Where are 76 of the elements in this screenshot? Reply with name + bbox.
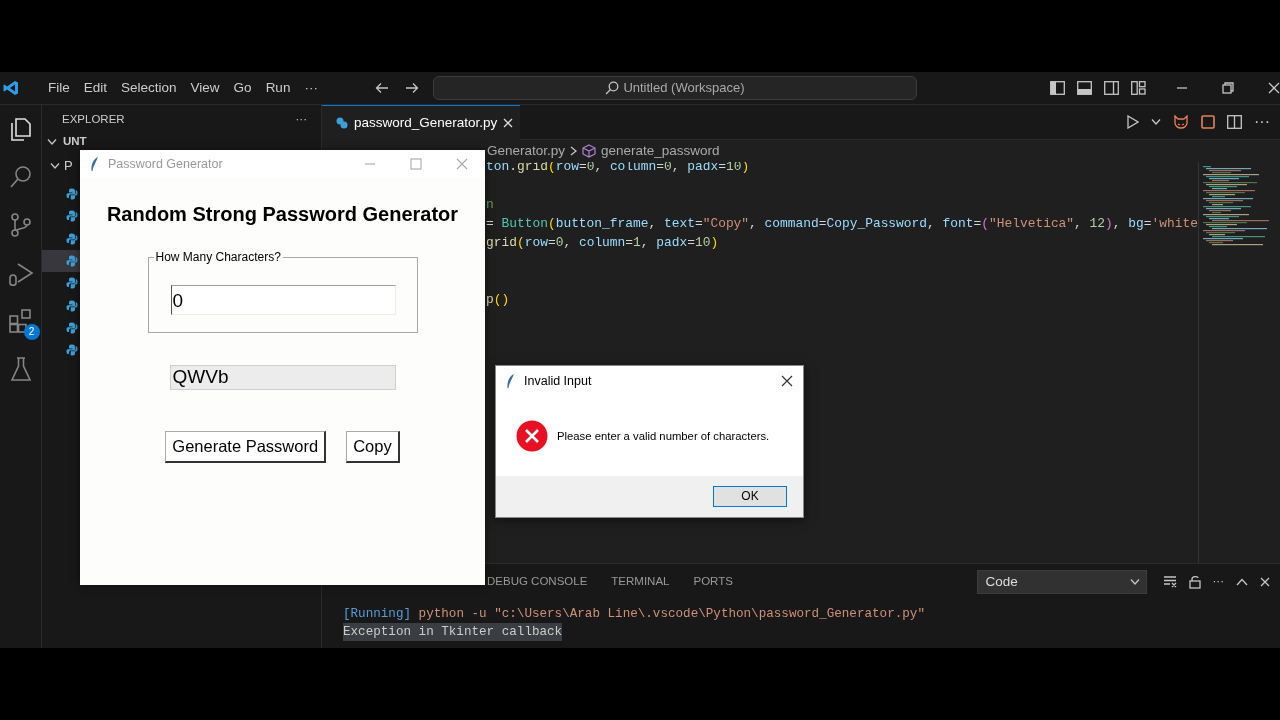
- password-field[interactable]: QWVb: [169, 365, 396, 390]
- breadcrumb-item[interactable]: Generator.py: [487, 140, 566, 162]
- sidebar-title: EXPLORER: [62, 111, 125, 127]
- panel-tab[interactable]: TERMINAL: [611, 568, 670, 596]
- chevron-down-icon[interactable]: [47, 137, 57, 146]
- extensions-icon[interactable]: [7, 308, 34, 334]
- layout-grid-icon[interactable]: [1131, 81, 1146, 95]
- output-line: [Running] python -u "c:\Users\Arab Line\.vscode\Python\password_Generator.py": [343, 606, 925, 623]
- error-message: Please enter a valid number of characters.: [557, 428, 770, 444]
- secondary-sidebar-icon[interactable]: [1104, 81, 1119, 95]
- python-file-icon: [66, 277, 78, 290]
- sidebar-layout-icon[interactable]: [1050, 81, 1065, 95]
- python-file-icon: [66, 210, 78, 223]
- python-file-icon: [66, 188, 78, 201]
- code-line: n: [486, 197, 494, 212]
- search-field[interactable]: Untitled (Workspace): [432, 76, 917, 100]
- panel-layout-icon[interactable]: [1077, 81, 1092, 95]
- chevron-up-icon[interactable]: [1236, 578, 1248, 586]
- breadcrumb-item[interactable]: generate_password: [601, 140, 720, 162]
- code-line: p(): [486, 292, 510, 307]
- app-heading: Random Strong Password Generator: [106, 202, 459, 226]
- lock-icon[interactable]: [1188, 575, 1201, 589]
- menu-item[interactable]: Run: [258, 77, 298, 99]
- code-line: grid(row=0, column=1, padx=10): [486, 235, 719, 250]
- character-count-field[interactable]: 0: [170, 285, 396, 315]
- menu-item[interactable]: Edit: [76, 77, 115, 99]
- python-file-icon: [66, 299, 78, 312]
- restore-icon[interactable]: [1222, 82, 1234, 94]
- forward-arrow-icon[interactable]: [404, 82, 419, 94]
- more-actions-button[interactable]: ···: [1254, 110, 1270, 134]
- feather-icon: [90, 156, 99, 172]
- file-row[interactable]: [42, 249, 80, 273]
- feather-icon: [506, 373, 515, 389]
- dialog-title: Invalid Input: [524, 372, 592, 390]
- error-icon: [516, 420, 548, 452]
- search-icon[interactable]: [7, 164, 34, 190]
- panel-tab[interactable]: DEBUG CONSOLE: [487, 568, 588, 596]
- split-editor-icon[interactable]: [1227, 115, 1242, 129]
- cube-icon: [582, 144, 597, 158]
- close-icon[interactable]: [781, 375, 793, 387]
- chevron-down-icon[interactable]: [50, 162, 60, 170]
- clear-list-icon[interactable]: [1162, 576, 1177, 588]
- menu-item[interactable]: File: [41, 77, 77, 99]
- chevron-down-icon[interactable]: [1151, 118, 1161, 126]
- python-file-icon: [66, 255, 78, 268]
- chevron-down-icon: [1129, 578, 1140, 586]
- menu-item[interactable]: Selection: [114, 77, 184, 99]
- more-actions-button[interactable]: ···: [1212, 573, 1224, 591]
- run-icon[interactable]: [1127, 115, 1139, 129]
- code-line: = Button(button_frame, text="Copy", command=Copy_Password, font=("Helvetica", 12), bg='white: [486, 216, 1198, 231]
- menu-item[interactable]: View: [183, 77, 227, 99]
- vscode-logo-icon: [3, 80, 19, 96]
- python-file-icon: [66, 321, 78, 334]
- more-actions-button[interactable]: ···: [295, 110, 307, 129]
- cat-face-icon[interactable]: [1173, 115, 1189, 129]
- editor-tab[interactable]: password_Generator.py: [322, 105, 520, 140]
- output-dropdown[interactable]: Code: [976, 570, 1147, 594]
- action-button[interactable]: Copy: [346, 431, 400, 463]
- count-badge: 2: [23, 324, 40, 340]
- chevron-right-icon: [570, 146, 578, 156]
- stop-icon[interactable]: [1201, 115, 1215, 129]
- folder-label[interactable]: P: [64, 156, 73, 176]
- panel-tab[interactable]: PORTS: [693, 568, 733, 596]
- back-arrow-icon[interactable]: [374, 82, 389, 94]
- python-file-icon: [66, 344, 78, 357]
- ok-button[interactable]: OK: [713, 486, 787, 507]
- python-file-icon: [336, 117, 348, 129]
- workspace-label[interactable]: UNT: [63, 132, 87, 151]
- frame-label: How Many Characters?: [153, 250, 283, 264]
- menu-item[interactable]: Go: [226, 77, 259, 99]
- more-menu-button[interactable]: ···: [297, 77, 325, 99]
- search-icon: [605, 81, 620, 95]
- window-title: Password Generator: [108, 155, 223, 173]
- run-debug-icon[interactable]: [7, 260, 34, 286]
- action-button[interactable]: Generate Password: [165, 431, 327, 463]
- python-file-icon: [66, 232, 78, 245]
